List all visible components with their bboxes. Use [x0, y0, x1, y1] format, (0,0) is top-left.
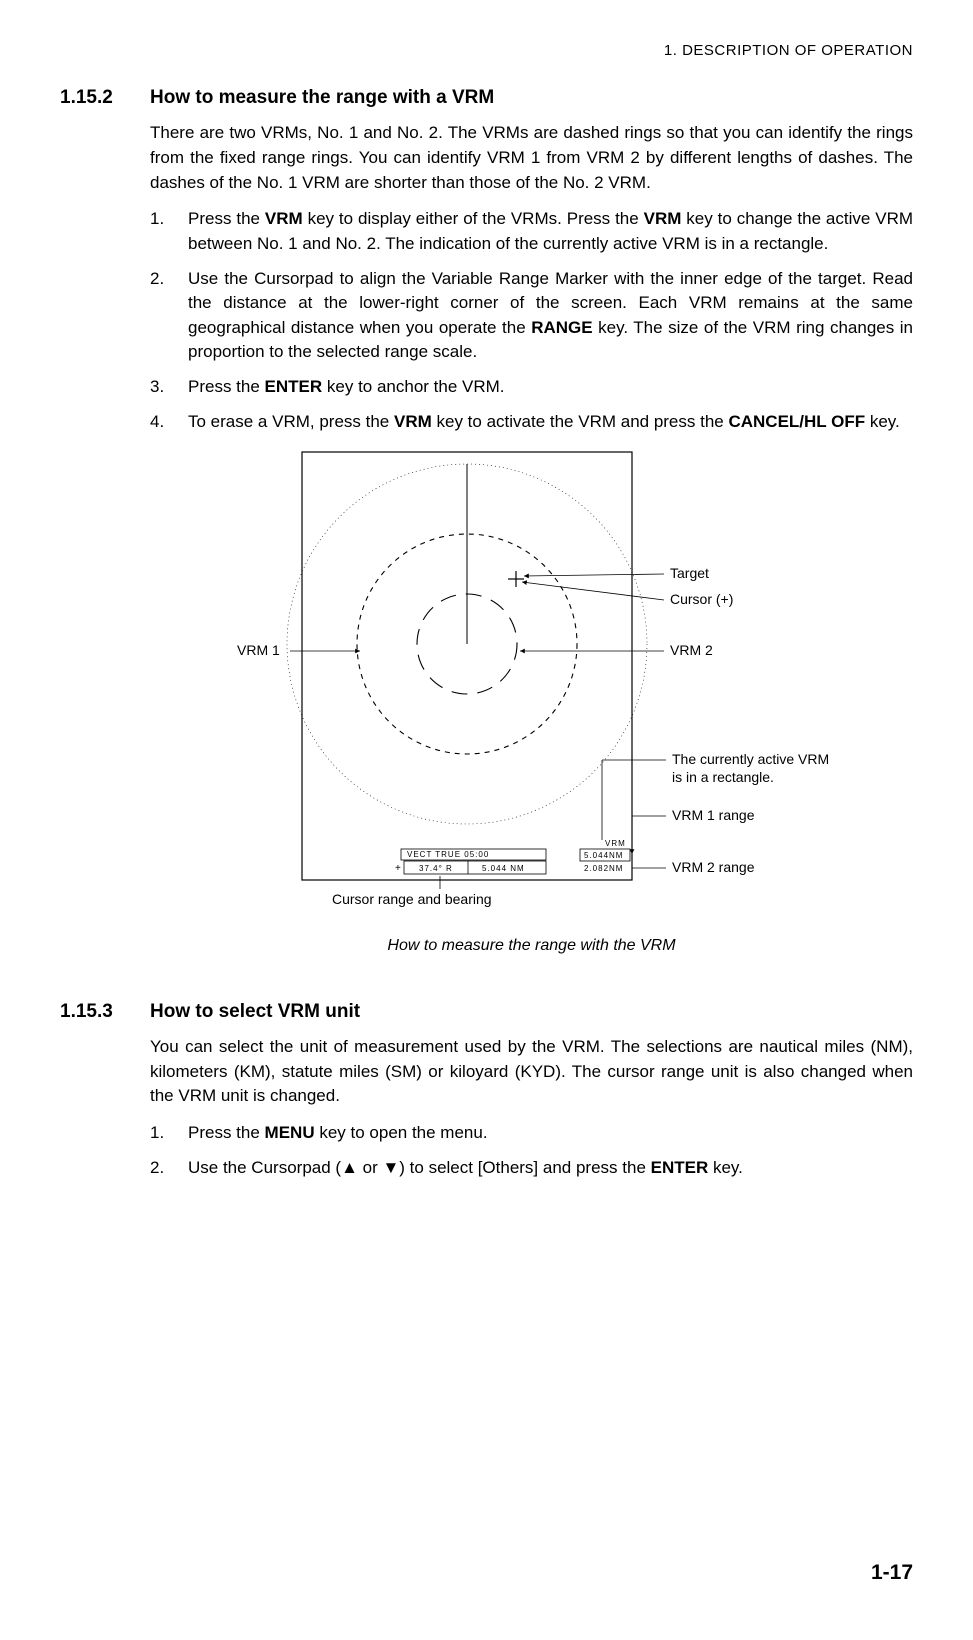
- step-list: 1. Press the VRM key to display either o…: [150, 207, 913, 434]
- section-number: 1.15.3: [60, 998, 150, 1191]
- section-title: How to select VRM unit: [150, 998, 913, 1026]
- label-vrm1: VRM 1: [237, 642, 280, 658]
- section-1-15-3: 1.15.3 How to select VRM unit You can se…: [60, 998, 913, 1191]
- label-r1: VRM 1 range: [672, 807, 755, 823]
- section-title: How to measure the range with a VRM: [150, 84, 913, 112]
- list-item: 1. Press the MENU key to open the menu.: [150, 1121, 913, 1146]
- list-item: 2. Use the Cursorpad (▲ or ▼) to select …: [150, 1156, 913, 1181]
- label-target: Target: [670, 565, 709, 581]
- list-item: 4. To erase a VRM, press the VRM key to …: [150, 410, 913, 435]
- vrm-figure: Target Cursor (+) VRM 1 VRM 2 VECT TRUE …: [150, 444, 913, 924]
- vrm2-value: 2.082NM: [584, 864, 623, 873]
- vect-label: VECT TRUE 05:00: [407, 850, 489, 859]
- label-active-1: The currently active VRM: [672, 751, 829, 767]
- list-item: 2. Use the Cursorpad to align the Variab…: [150, 267, 913, 366]
- vrm-box-label: VRM: [605, 839, 626, 848]
- label-active-2: is in a rectangle.: [672, 769, 774, 785]
- list-item: 1. Press the VRM key to display either o…: [150, 207, 913, 256]
- label-vrm2: VRM 2: [670, 642, 713, 658]
- list-item: 3. Press the ENTER key to anchor the VRM…: [150, 375, 913, 400]
- step-list: 1. Press the MENU key to open the menu. …: [150, 1121, 913, 1180]
- section-1-15-2: 1.15.2 How to measure the range with a V…: [60, 84, 913, 982]
- intro-paragraph: You can select the unit of measurement u…: [150, 1035, 913, 1109]
- svg-text:+: +: [395, 863, 401, 874]
- label-crb: Cursor range and bearing: [332, 891, 492, 907]
- page-number: 1-17: [871, 1558, 913, 1588]
- vrm1-value: 5.044NM: [584, 851, 623, 860]
- figure-caption: How to measure the range with the VRM: [150, 934, 913, 957]
- label-cursor: Cursor (+): [670, 591, 733, 607]
- page-header: 1. DESCRIPTION OF OPERATION: [60, 40, 913, 62]
- bearing-deg: 37.4° R: [419, 864, 453, 873]
- label-r2: VRM 2 range: [672, 859, 755, 875]
- intro-paragraph: There are two VRMs, No. 1 and No. 2. The…: [150, 121, 913, 195]
- section-number: 1.15.2: [60, 84, 150, 982]
- bearing-dist: 5.044 NM: [482, 864, 525, 873]
